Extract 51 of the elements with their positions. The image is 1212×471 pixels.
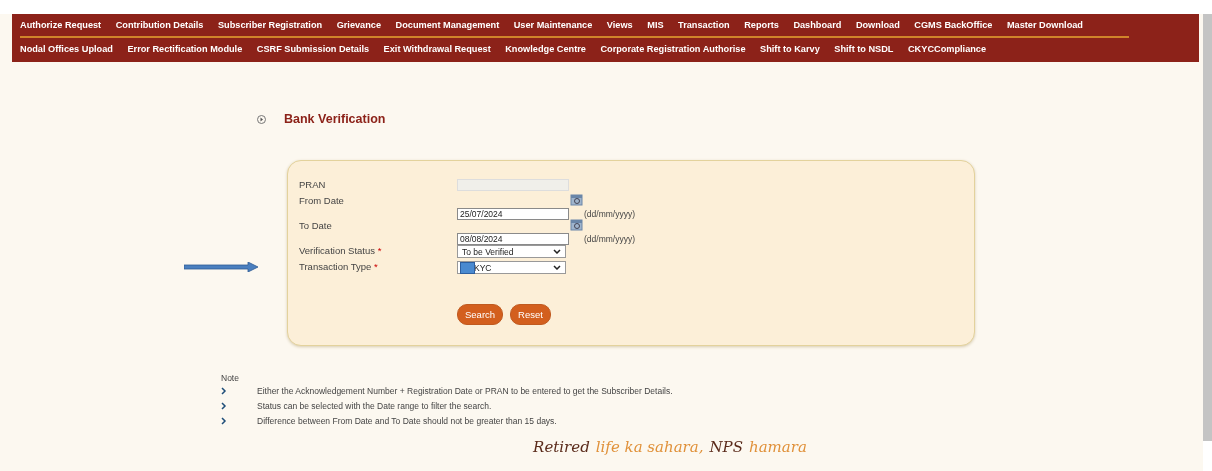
field-label: Transaction Type * [299, 261, 379, 272]
field-label: PRAN [299, 179, 327, 190]
note-text: Either the Acknowledgement Number + Registration Date or PRAN to be entered to get the Subscriber Details. [257, 385, 673, 396]
field-label: From Date [299, 195, 345, 206]
menu-item[interactable]: Master Download [1006, 20, 1083, 30]
menu-item[interactable]: CGMS BackOffice [914, 20, 993, 30]
tagline-word: hamara [749, 438, 807, 456]
date-format-hint: (dd/mm/yyyy) [584, 209, 635, 219]
menu-item[interactable]: CKYCCompliance [908, 44, 987, 54]
menu-item[interactable]: Nodal Offices Upload [20, 44, 113, 54]
menu-item[interactable]: Corporate Registration Authorise [600, 44, 746, 54]
menu-item[interactable]: Contribution Details [115, 20, 204, 30]
note-text: Difference between From Date and To Date should not be greater than 15 days. [257, 415, 557, 426]
menu-item[interactable]: Dashboard [793, 20, 842, 30]
menu-item[interactable]: Shift to NSDL [834, 44, 894, 54]
date-format-hint: (dd/mm/yyyy) [584, 234, 635, 244]
tagline-word: Retired [533, 438, 590, 456]
tagline-word: NPS [709, 438, 743, 456]
menu-item[interactable]: Authorize Request [20, 20, 102, 30]
chevron-down-icon [553, 249, 561, 254]
date-field[interactable]: 25/07/2024 [457, 208, 569, 220]
date-field[interactable]: 08/08/2024 [457, 233, 569, 245]
page-title: Bank Verification [284, 112, 386, 126]
field-label: Verification Status * [299, 245, 383, 256]
menu-item[interactable]: Views [606, 20, 633, 30]
menu-item[interactable]: Exit Withdrawal Request [383, 44, 491, 54]
reset-button[interactable]: Reset [510, 304, 551, 325]
menu-item[interactable]: Knowledge Centre [505, 44, 586, 54]
scrollbar[interactable] [1203, 14, 1212, 441]
menu-item[interactable]: Reports [744, 20, 779, 30]
search-button[interactable]: Search [457, 304, 504, 325]
calendar-icon[interactable] [570, 218, 583, 231]
menu-item[interactable]: User Maintenance [513, 20, 593, 30]
tagline-word: life ka sahara, [595, 438, 704, 456]
bullet-icon [257, 114, 266, 124]
menu-item[interactable]: Shift to Karvy [760, 44, 820, 54]
note-text: Status can be selected with the Date range to filter the search. [257, 400, 492, 411]
note-title: Note [221, 373, 240, 383]
menu-item[interactable]: CSRF Submission Details [256, 44, 370, 54]
menu-item[interactable]: Download [855, 20, 900, 30]
dropdown[interactable]: To be Verified [457, 245, 566, 258]
field-label: To Date [299, 220, 333, 231]
menu-item[interactable]: Subscriber Registration [217, 20, 323, 30]
menu-item[interactable]: Document Management [395, 20, 500, 30]
menu-item[interactable]: MIS [647, 20, 664, 30]
menu-item[interactable]: Grievance [336, 20, 382, 30]
calendar-icon[interactable] [570, 193, 583, 206]
menu-item[interactable]: Transaction [678, 20, 730, 30]
chevron-down-icon [553, 265, 561, 270]
menu-item[interactable]: Error Rectification Module [127, 44, 243, 54]
dropdown[interactable]: KYC [457, 261, 566, 274]
